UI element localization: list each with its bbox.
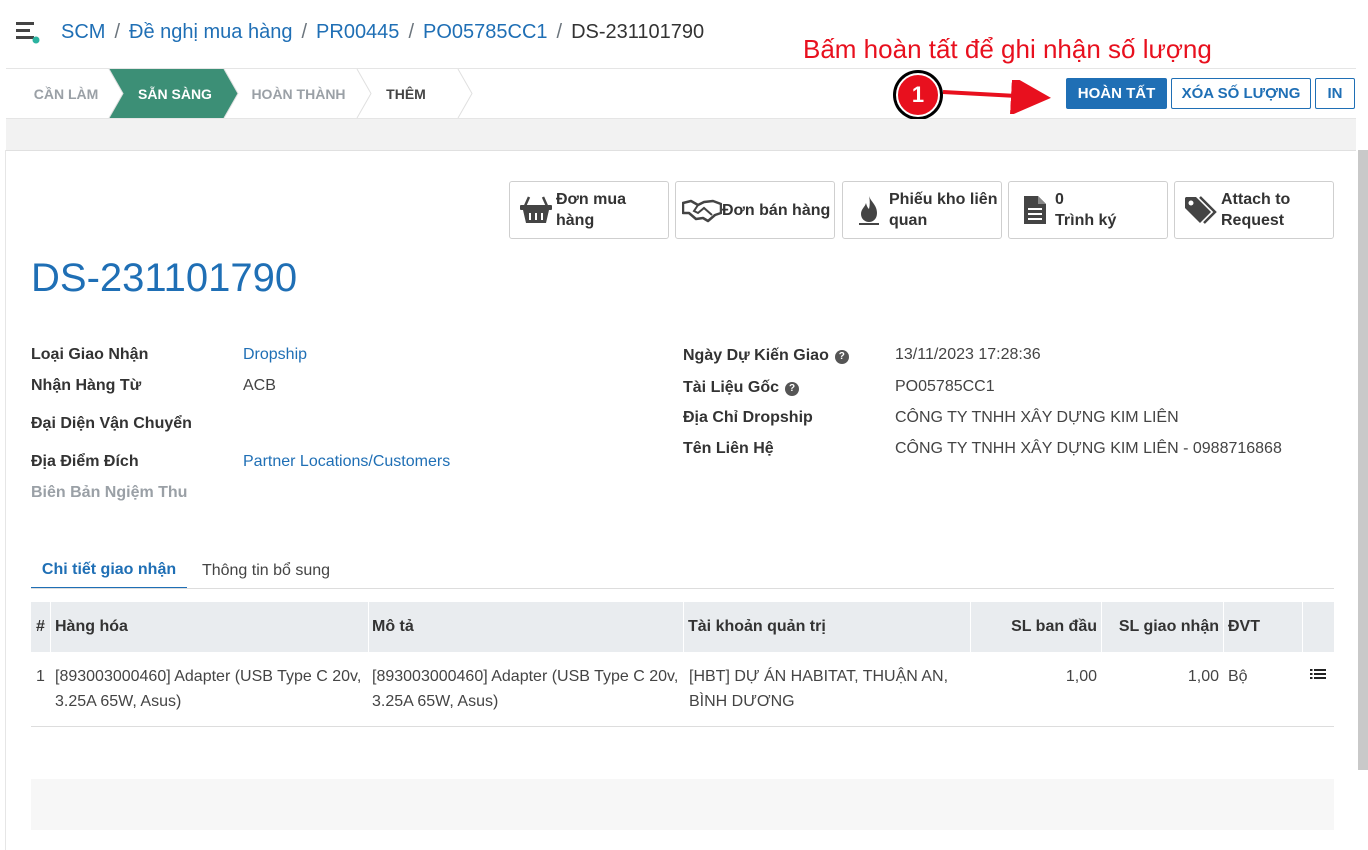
tags-icon [1181, 190, 1221, 230]
tab-divider [31, 588, 1334, 589]
move-lines-table: # Hàng hóa Mô tả Tài khoản quản trị SL b… [31, 602, 1334, 727]
carrier-label: Đại Diện Vận Chuyển [31, 415, 192, 432]
sign-count: 0 [1055, 191, 1064, 208]
stage-todo[interactable]: CẦN LÀM [28, 69, 104, 118]
left-edge [0, 150, 6, 850]
related-picking-smart-button[interactable]: Phiếu kho liên quan [842, 181, 1002, 239]
fire-icon [849, 190, 889, 230]
stage-more[interactable]: THÊM [378, 69, 434, 118]
dropship-address-label: Địa Chỉ Dropship [683, 409, 813, 426]
col-account[interactable]: Tài khoản quản trị [684, 602, 971, 652]
table-row[interactable]: 1 [893003000460] Adapter (USB Type C 20v… [31, 652, 1334, 727]
row-product-line1: [893003000460] Adapter (USB Type C 20v, [55, 668, 362, 685]
col-uom[interactable]: ĐVT [1224, 602, 1303, 652]
help-icon[interactable]: ? [834, 350, 849, 364]
breadcrumb: SCM / Đề nghị mua hàng / PR00445 / PO057… [61, 21, 704, 44]
breadcrumb-purchase-request[interactable]: Đề nghị mua hàng [129, 21, 292, 44]
row-number: 1 [36, 668, 45, 685]
annotation-badge: 1 [893, 70, 943, 120]
stage-ready[interactable]: SẴN SÀNG [124, 69, 226, 118]
clear-quantity-button[interactable]: XÓA SỐ LƯỢNG [1171, 78, 1311, 109]
row-uom: Bộ [1228, 668, 1248, 685]
origin-label: Tài Liệu Gốc? [683, 379, 800, 397]
sign-text: 0 Trình ký [1055, 189, 1116, 231]
scheduled-date-label: Ngày Dự Kiến Giao? [683, 347, 849, 365]
row-product-line2: 3.25A 65W, Asus) [55, 693, 182, 710]
basket-icon [516, 190, 556, 230]
handshake-icon [682, 190, 722, 230]
row-account-line1: [HBT] DỰ ÁN HABITAT, THUẬN AN, [689, 668, 949, 685]
scheduled-date-label-text: Ngày Dự Kiến Giao [683, 347, 829, 364]
breadcrumb-separator: / [301, 21, 308, 43]
scroll-track-top [1358, 68, 1368, 150]
destination-label: Địa Điểm Đích [31, 453, 139, 470]
tab-delivery-detail[interactable]: Chi tiết giao nhận [31, 552, 187, 589]
sign-smart-button[interactable]: 0 Trình ký [1008, 181, 1168, 239]
receive-from-label: Nhận Hàng Từ [31, 377, 142, 394]
row-done-qty[interactable]: 1,00 [1102, 664, 1219, 689]
sale-order-label: Đơn bán hàng [722, 201, 831, 219]
picking-type-label: Loại Giao Nhận [31, 346, 149, 363]
breadcrumb-scm[interactable]: SCM [61, 21, 105, 44]
contact-name-value: CÔNG TY TNHH XÂY DỰNG KIM LIÊN - 0988716… [895, 440, 1282, 457]
done-button[interactable]: HOÀN TẤT [1066, 78, 1167, 109]
table-footer-band [31, 779, 1334, 830]
origin-label-text: Tài Liệu Gốc [683, 379, 780, 396]
purchase-order-label: Đơn mua hàng [556, 191, 627, 229]
origin-value: PO05785CC1 [895, 378, 995, 395]
breadcrumb-separator: / [408, 21, 414, 43]
receive-from-value: ACB [243, 377, 276, 394]
sign-label: Trình ký [1055, 212, 1117, 229]
breadcrumb-separator: / [114, 21, 121, 43]
col-description[interactable]: Mô tả [368, 602, 684, 652]
breadcrumb-po[interactable]: PO05785CC1 [423, 21, 548, 44]
row-product: [893003000460] Adapter (USB Type C 20v, … [55, 664, 369, 714]
scrollbar[interactable] [1358, 150, 1368, 770]
row-description-line1: [893003000460] Adapter (USB Type C 20v, [372, 668, 679, 685]
row-description: [893003000460] Adapter (USB Type C 20v, … [372, 664, 684, 714]
col-product[interactable]: Hàng hóa [51, 602, 369, 652]
detailed-operations-icon[interactable] [1310, 668, 1326, 682]
acceptance-record-label: Biên Bản Ngiệm Thu [31, 484, 188, 501]
col-number[interactable]: # [31, 602, 51, 652]
record-title: DS-231101790 [31, 256, 298, 300]
form-header-band [6, 119, 1356, 151]
row-account-line2: BÌNH DƯƠNG [689, 693, 795, 710]
sale-order-smart-button[interactable]: Đơn bán hàng [675, 181, 835, 239]
contact-name-label: Tên Liên Hệ [683, 440, 774, 457]
breadcrumb-pr[interactable]: PR00445 [316, 21, 399, 44]
document-icon [1015, 190, 1055, 230]
table-header: # Hàng hóa Mô tả Tài khoản quản trị SL b… [31, 602, 1334, 652]
attach-label: Attach to Request [1221, 191, 1291, 229]
related-picking-label: Phiếu kho liên quan [889, 191, 998, 229]
stage-done[interactable]: HOÀN THÀNH [246, 69, 351, 118]
row-account: [HBT] DỰ ÁN HABITAT, THUẬN AN, BÌNH DƯƠN… [689, 664, 971, 714]
destination-value[interactable]: Partner Locations/Customers [243, 453, 450, 471]
col-done-qty[interactable]: SL giao nhận [1102, 602, 1224, 652]
col-initial-qty[interactable]: SL ban đầu [971, 602, 1102, 652]
row-initial-qty: 1,00 [1065, 668, 1097, 685]
attach-smart-button[interactable]: Attach to Request [1174, 181, 1334, 239]
purchase-order-smart-button[interactable]: Đơn mua hàng [509, 181, 669, 239]
row-description-line2: 3.25A 65W, Asus) [372, 693, 499, 710]
breadcrumb-current: DS-231101790 [571, 21, 705, 43]
print-button[interactable]: IN [1315, 78, 1355, 109]
help-icon[interactable]: ? [785, 382, 800, 396]
annotation-badge-number: 1 [896, 73, 940, 117]
picking-type-value[interactable]: Dropship [243, 346, 307, 364]
annotation-arrow-icon [942, 80, 1051, 114]
menu-icon[interactable] [16, 22, 40, 44]
annotation-text: Bấm hoàn tất để ghi nhận số lượng [803, 34, 1212, 64]
tab-extra-info[interactable]: Thông tin bổ sung [190, 552, 342, 589]
scheduled-date-value: 13/11/2023 17:28:36 [895, 346, 1041, 363]
top-bar: SCM / Đề nghị mua hàng / PR00445 / PO057… [0, 0, 1368, 68]
col-optional [1303, 602, 1334, 652]
dropship-address-value: CÔNG TY TNHH XÂY DỰNG KIM LIÊN [895, 409, 1179, 426]
breadcrumb-separator: / [556, 21, 563, 43]
